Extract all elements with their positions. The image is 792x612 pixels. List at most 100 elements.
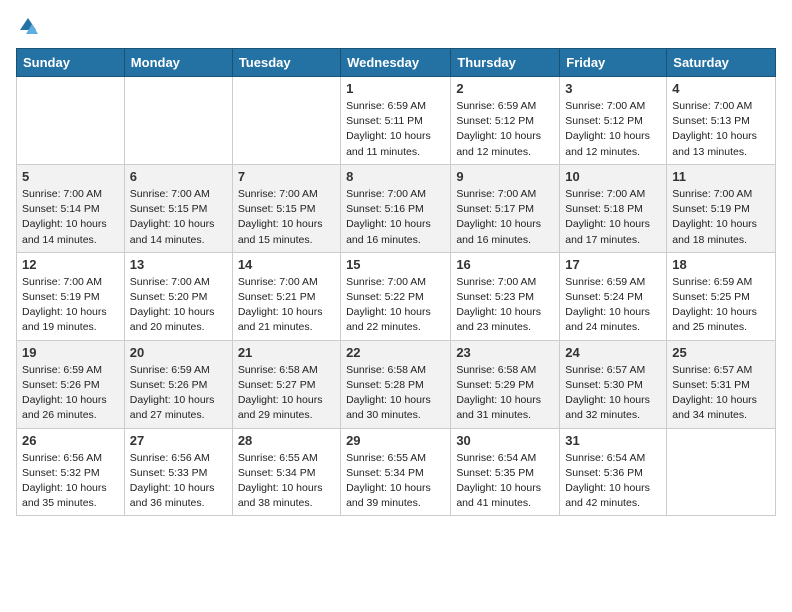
day-info: Sunrise: 6:59 AM Sunset: 5:11 PM Dayligh… bbox=[346, 99, 445, 160]
weekday-saturday: Saturday bbox=[667, 49, 776, 77]
day-number: 4 bbox=[672, 81, 770, 96]
day-number: 23 bbox=[456, 345, 554, 360]
calendar-cell: 3 Sunrise: 7:00 AM Sunset: 5:12 PM Daylig… bbox=[560, 77, 667, 165]
calendar-cell: 24 Sunrise: 6:57 AM Sunset: 5:30 PM Dayli… bbox=[560, 340, 667, 428]
day-number: 8 bbox=[346, 169, 445, 184]
day-number: 10 bbox=[565, 169, 661, 184]
calendar-cell: 10Sunrise: 7:00 AM Sunset: 5:18 PM Dayli… bbox=[560, 164, 667, 252]
day-info: Sunrise: 6:56 AM Sunset: 5:33 PM Dayligh… bbox=[130, 451, 227, 512]
weekday-thursday: Thursday bbox=[451, 49, 560, 77]
weekday-wednesday: Wednesday bbox=[341, 49, 451, 77]
page-header bbox=[16, 16, 776, 36]
calendar-week-3: 12 Sunrise: 7:00 AM Sunset: 5:19 PM Dayli… bbox=[17, 252, 776, 340]
calendar-week-5: 26 Sunrise: 6:56 AM Sunset: 5:32 PM Dayli… bbox=[17, 428, 776, 516]
day-number: 3 bbox=[565, 81, 661, 96]
day-info: Sunrise: 7:00 AM Sunset: 5:14 PM Dayligh… bbox=[22, 187, 119, 248]
day-info: Sunrise: 7:00 AM Sunset: 5:16 PM Dayligh… bbox=[346, 187, 445, 248]
day-number: 14 bbox=[238, 257, 335, 272]
calendar-cell: 5 Sunrise: 7:00 AM Sunset: 5:14 PM Daylig… bbox=[17, 164, 125, 252]
day-number: 17 bbox=[565, 257, 661, 272]
calendar-cell: 6 Sunrise: 7:00 AM Sunset: 5:15 PM Daylig… bbox=[124, 164, 232, 252]
day-info: Sunrise: 7:00 AM Sunset: 5:12 PM Dayligh… bbox=[565, 99, 661, 160]
day-info: Sunrise: 6:56 AM Sunset: 5:32 PM Dayligh… bbox=[22, 451, 119, 512]
calendar-cell: 18 Sunrise: 6:59 AM Sunset: 5:25 PM Dayli… bbox=[667, 252, 776, 340]
day-number: 1 bbox=[346, 81, 445, 96]
day-info: Sunrise: 6:55 AM Sunset: 5:34 PM Dayligh… bbox=[238, 451, 335, 512]
calendar-table: SundayMondayTuesdayWednesdayThursdayFrid… bbox=[16, 48, 776, 516]
calendar-cell: 1 Sunrise: 6:59 AM Sunset: 5:11 PM Daylig… bbox=[341, 77, 451, 165]
weekday-sunday: Sunday bbox=[17, 49, 125, 77]
day-number: 29 bbox=[346, 433, 445, 448]
calendar-cell: 9 Sunrise: 7:00 AM Sunset: 5:17 PM Daylig… bbox=[451, 164, 560, 252]
calendar-cell: 14 Sunrise: 7:00 AM Sunset: 5:21 PM Dayli… bbox=[232, 252, 340, 340]
day-info: Sunrise: 7:00 AM Sunset: 5:23 PM Dayligh… bbox=[456, 275, 554, 336]
day-info: Sunrise: 7:00 AM Sunset: 5:22 PM Dayligh… bbox=[346, 275, 445, 336]
calendar-cell: 15 Sunrise: 7:00 AM Sunset: 5:22 PM Dayli… bbox=[341, 252, 451, 340]
day-number: 25 bbox=[672, 345, 770, 360]
day-number: 9 bbox=[456, 169, 554, 184]
day-info: Sunrise: 6:59 AM Sunset: 5:24 PM Dayligh… bbox=[565, 275, 661, 336]
calendar-cell: 26 Sunrise: 6:56 AM Sunset: 5:32 PM Dayli… bbox=[17, 428, 125, 516]
calendar-week-2: 5 Sunrise: 7:00 AM Sunset: 5:14 PM Daylig… bbox=[17, 164, 776, 252]
day-number: 21 bbox=[238, 345, 335, 360]
day-info: Sunrise: 6:58 AM Sunset: 5:28 PM Dayligh… bbox=[346, 363, 445, 424]
day-number: 15 bbox=[346, 257, 445, 272]
day-number: 13 bbox=[130, 257, 227, 272]
day-info: Sunrise: 6:59 AM Sunset: 5:26 PM Dayligh… bbox=[22, 363, 119, 424]
calendar-cell: 27 Sunrise: 6:56 AM Sunset: 5:33 PM Dayli… bbox=[124, 428, 232, 516]
day-number: 12 bbox=[22, 257, 119, 272]
calendar-week-1: 1 Sunrise: 6:59 AM Sunset: 5:11 PM Daylig… bbox=[17, 77, 776, 165]
calendar-cell bbox=[232, 77, 340, 165]
day-number: 26 bbox=[22, 433, 119, 448]
day-number: 7 bbox=[238, 169, 335, 184]
day-info: Sunrise: 6:57 AM Sunset: 5:30 PM Dayligh… bbox=[565, 363, 661, 424]
calendar-cell: 7 Sunrise: 7:00 AM Sunset: 5:15 PM Daylig… bbox=[232, 164, 340, 252]
calendar-cell: 11Sunrise: 7:00 AM Sunset: 5:19 PM Dayli… bbox=[667, 164, 776, 252]
calendar-cell: 21Sunrise: 6:58 AM Sunset: 5:27 PM Dayli… bbox=[232, 340, 340, 428]
day-info: Sunrise: 7:00 AM Sunset: 5:15 PM Dayligh… bbox=[238, 187, 335, 248]
calendar-cell: 23 Sunrise: 6:58 AM Sunset: 5:29 PM Dayli… bbox=[451, 340, 560, 428]
calendar-cell: 17 Sunrise: 6:59 AM Sunset: 5:24 PM Dayli… bbox=[560, 252, 667, 340]
calendar-cell: 8 Sunrise: 7:00 AM Sunset: 5:16 PM Daylig… bbox=[341, 164, 451, 252]
calendar-cell: 2 Sunrise: 6:59 AM Sunset: 5:12 PM Daylig… bbox=[451, 77, 560, 165]
calendar-cell bbox=[124, 77, 232, 165]
weekday-header-row: SundayMondayTuesdayWednesdayThursdayFrid… bbox=[17, 49, 776, 77]
weekday-friday: Friday bbox=[560, 49, 667, 77]
calendar-cell: 30Sunrise: 6:54 AM Sunset: 5:35 PM Dayli… bbox=[451, 428, 560, 516]
day-info: Sunrise: 6:59 AM Sunset: 5:26 PM Dayligh… bbox=[130, 363, 227, 424]
day-info: Sunrise: 6:59 AM Sunset: 5:25 PM Dayligh… bbox=[672, 275, 770, 336]
calendar-cell: 25Sunrise: 6:57 AM Sunset: 5:31 PM Dayli… bbox=[667, 340, 776, 428]
calendar-cell: 31 Sunrise: 6:54 AM Sunset: 5:36 PM Dayli… bbox=[560, 428, 667, 516]
day-number: 11 bbox=[672, 169, 770, 184]
day-number: 27 bbox=[130, 433, 227, 448]
day-info: Sunrise: 7:00 AM Sunset: 5:19 PM Dayligh… bbox=[22, 275, 119, 336]
day-number: 5 bbox=[22, 169, 119, 184]
calendar-cell: 13Sunrise: 7:00 AM Sunset: 5:20 PM Dayli… bbox=[124, 252, 232, 340]
day-number: 31 bbox=[565, 433, 661, 448]
calendar-cell: 29Sunrise: 6:55 AM Sunset: 5:34 PM Dayli… bbox=[341, 428, 451, 516]
weekday-tuesday: Tuesday bbox=[232, 49, 340, 77]
calendar-cell: 20 Sunrise: 6:59 AM Sunset: 5:26 PM Dayli… bbox=[124, 340, 232, 428]
day-number: 19 bbox=[22, 345, 119, 360]
day-info: Sunrise: 6:54 AM Sunset: 5:36 PM Dayligh… bbox=[565, 451, 661, 512]
logo bbox=[16, 16, 40, 36]
logo-icon bbox=[18, 16, 38, 36]
day-number: 18 bbox=[672, 257, 770, 272]
calendar-cell: 22 Sunrise: 6:58 AM Sunset: 5:28 PM Dayli… bbox=[341, 340, 451, 428]
day-number: 2 bbox=[456, 81, 554, 96]
calendar-cell: 12 Sunrise: 7:00 AM Sunset: 5:19 PM Dayli… bbox=[17, 252, 125, 340]
day-number: 22 bbox=[346, 345, 445, 360]
day-info: Sunrise: 7:00 AM Sunset: 5:15 PM Dayligh… bbox=[130, 187, 227, 248]
weekday-monday: Monday bbox=[124, 49, 232, 77]
calendar-cell bbox=[667, 428, 776, 516]
day-number: 20 bbox=[130, 345, 227, 360]
day-info: Sunrise: 7:00 AM Sunset: 5:17 PM Dayligh… bbox=[456, 187, 554, 248]
day-number: 24 bbox=[565, 345, 661, 360]
day-info: Sunrise: 6:54 AM Sunset: 5:35 PM Dayligh… bbox=[456, 451, 554, 512]
day-info: Sunrise: 6:58 AM Sunset: 5:29 PM Dayligh… bbox=[456, 363, 554, 424]
calendar-cell: 16Sunrise: 7:00 AM Sunset: 5:23 PM Dayli… bbox=[451, 252, 560, 340]
day-info: Sunrise: 6:59 AM Sunset: 5:12 PM Dayligh… bbox=[456, 99, 554, 160]
day-info: Sunrise: 7:00 AM Sunset: 5:21 PM Dayligh… bbox=[238, 275, 335, 336]
day-number: 6 bbox=[130, 169, 227, 184]
calendar-cell bbox=[17, 77, 125, 165]
